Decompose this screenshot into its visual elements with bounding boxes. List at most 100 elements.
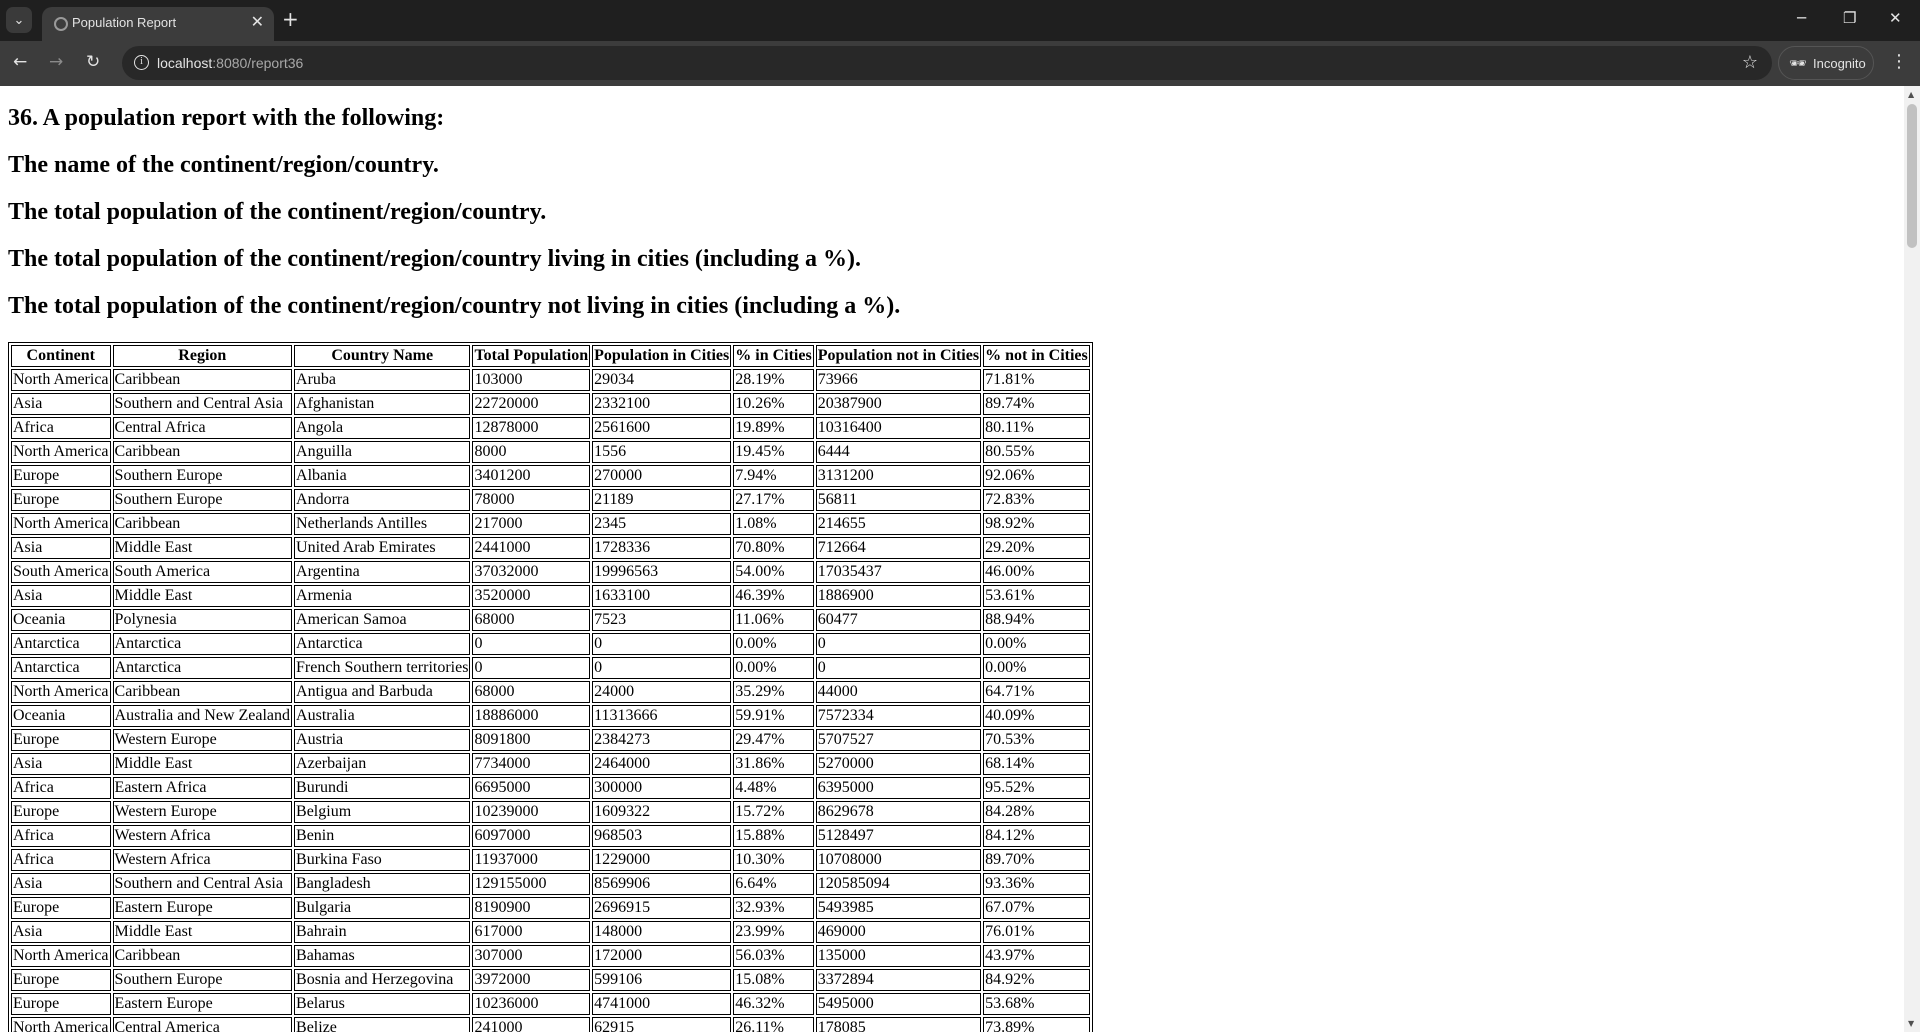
cell-pct-in-cities: 46.32% [733, 993, 814, 1015]
table-row: Oceania Australia and New Zealand Australi… [11, 705, 1090, 727]
cell-country-name: Antarctica [294, 633, 471, 655]
cell-region: Middle East [112, 753, 293, 775]
address-bar[interactable]: i localhost:8080/report36 ☆ [122, 46, 1772, 80]
cell-region: Southern Europe [112, 969, 293, 991]
cell-pct-in-cities: 26.11% [733, 1017, 814, 1032]
cell-continent: North America [11, 1017, 111, 1032]
cell-pct-not-in-cities: 72.83% [983, 489, 1090, 511]
cell-pct-not-in-cities: 0.00% [983, 633, 1090, 655]
table-row: Europe Southern Europe Andorra 78000 21189 27… [11, 489, 1090, 511]
cell-population-in-cities: 0 [592, 657, 732, 679]
cell-region: Southern and Central Asia [112, 873, 293, 895]
cell-country-name: Belize [294, 1017, 471, 1032]
cell-population-in-cities: 1633100 [592, 585, 732, 607]
cell-pct-not-in-cities: 46.00% [983, 561, 1090, 583]
cell-population-in-cities: 172000 [592, 945, 732, 967]
cell-pct-in-cities: 15.08% [733, 969, 814, 991]
cell-total-population: 37032000 [472, 561, 591, 583]
scrollbar-thumb[interactable] [1907, 104, 1917, 248]
report-title: 36. A population report with the followi… [8, 105, 445, 131]
site-info-icon[interactable]: i [134, 55, 149, 70]
cell-population-in-cities: 1229000 [592, 849, 732, 871]
cell-population-not-in-cities: 5270000 [815, 753, 982, 775]
cell-population-not-in-cities: 1886900 [815, 585, 982, 607]
scroll-down-icon[interactable]: ▼ [1908, 1019, 1914, 1028]
table-row: Asia Middle East Armenia 3520000 1633100 46.3… [11, 585, 1090, 607]
cell-pct-not-in-cities: 70.53% [983, 729, 1090, 751]
cell-region: Eastern Europe [112, 897, 293, 919]
new-tab-button[interactable]: + [282, 8, 299, 30]
cell-pct-in-cities: 59.91% [733, 705, 814, 727]
cell-continent: Asia [11, 537, 111, 559]
scroll-up-icon[interactable]: ▲ [1908, 90, 1914, 99]
cell-country-name: Azerbaijan [294, 753, 471, 775]
cell-region: Polynesia [112, 609, 293, 631]
cell-region: Southern and Central Asia [112, 393, 293, 415]
cell-total-population: 8091800 [472, 729, 591, 751]
cell-population-in-cities: 2332100 [592, 393, 732, 415]
cell-population-not-in-cities: 10708000 [815, 849, 982, 871]
cell-pct-in-cities: 70.80% [733, 537, 814, 559]
restore-icon[interactable]: ❐ [1843, 9, 1856, 27]
reload-icon[interactable]: ↻ [86, 52, 100, 72]
bookmark-star-icon[interactable]: ☆ [1742, 52, 1758, 73]
cell-pct-in-cities: 15.88% [733, 825, 814, 847]
cell-country-name: Aruba [294, 369, 471, 391]
cell-population-in-cities: 2464000 [592, 753, 732, 775]
table-row: Europe Western Europe Austria 8091800 238427… [11, 729, 1090, 751]
cell-region: Antarctica [112, 633, 293, 655]
cell-continent: Antarctica [11, 657, 111, 679]
cell-population-not-in-cities: 10316400 [815, 417, 982, 439]
table-row: Asia Southern and Central Asia Afghanistan… [11, 393, 1090, 415]
cell-continent: Oceania [11, 705, 111, 727]
column-header-population-in-cities: Population in Cities [592, 345, 732, 367]
cell-total-population: 6097000 [472, 825, 591, 847]
chevron-down-icon: ⌄ [13, 12, 25, 28]
cell-population-not-in-cities: 5495000 [815, 993, 982, 1015]
close-window-icon[interactable]: ✕ [1889, 9, 1902, 27]
minimize-icon[interactable]: ─ [1797, 9, 1806, 27]
cell-country-name: Albania [294, 465, 471, 487]
cell-country-name: Andorra [294, 489, 471, 511]
cell-continent: Asia [11, 393, 111, 415]
cell-population-in-cities: 11313666 [592, 705, 732, 727]
cell-pct-in-cities: 0.00% [733, 633, 814, 655]
cell-population-in-cities: 62915 [592, 1017, 732, 1032]
cell-continent: Europe [11, 489, 111, 511]
cell-continent: Asia [11, 585, 111, 607]
cell-population-not-in-cities: 6395000 [815, 777, 982, 799]
cell-country-name: Netherlands Antilles [294, 513, 471, 535]
close-tab-icon[interactable]: ✕ [251, 13, 264, 31]
column-header-pct-not-in-cities: % not in Cities [983, 345, 1090, 367]
cell-region: Caribbean [112, 369, 293, 391]
tab-search-button[interactable]: ⌄ [6, 7, 32, 33]
cell-total-population: 0 [472, 657, 591, 679]
cell-population-not-in-cities: 7572334 [815, 705, 982, 727]
cell-pct-not-in-cities: 84.12% [983, 825, 1090, 847]
cell-country-name: Belarus [294, 993, 471, 1015]
url-host: localhost [157, 55, 213, 71]
cell-total-population: 307000 [472, 945, 591, 967]
cell-pct-not-in-cities: 80.11% [983, 417, 1090, 439]
cell-pct-in-cities: 0.00% [733, 657, 814, 679]
back-arrow-icon[interactable]: ← [13, 52, 27, 72]
cell-pct-not-in-cities: 53.68% [983, 993, 1090, 1015]
cell-pct-in-cities: 6.64% [733, 873, 814, 895]
cell-population-in-cities: 24000 [592, 681, 732, 703]
cell-population-in-cities: 2384273 [592, 729, 732, 751]
cell-continent: Africa [11, 825, 111, 847]
cell-total-population: 68000 [472, 681, 591, 703]
cell-pct-not-in-cities: 40.09% [983, 705, 1090, 727]
tab-population-report[interactable]: Population Report ✕ [42, 7, 274, 41]
cell-pct-in-cities: 1.08% [733, 513, 814, 535]
cell-pct-in-cities: 15.72% [733, 801, 814, 823]
cell-total-population: 8000 [472, 441, 591, 463]
cell-population-in-cities: 1609322 [592, 801, 732, 823]
forward-arrow-icon[interactable]: → [49, 52, 63, 72]
report-item-name: The name of the continent/region/country… [8, 152, 439, 178]
vertical-scrollbar[interactable]: ▲ ▼ [1904, 86, 1920, 1032]
kebab-menu-icon[interactable]: ⋮ [1890, 52, 1908, 72]
cell-total-population: 617000 [472, 921, 591, 943]
incognito-badge[interactable]: 🕶 Incognito [1778, 46, 1874, 80]
cell-continent: North America [11, 441, 111, 463]
